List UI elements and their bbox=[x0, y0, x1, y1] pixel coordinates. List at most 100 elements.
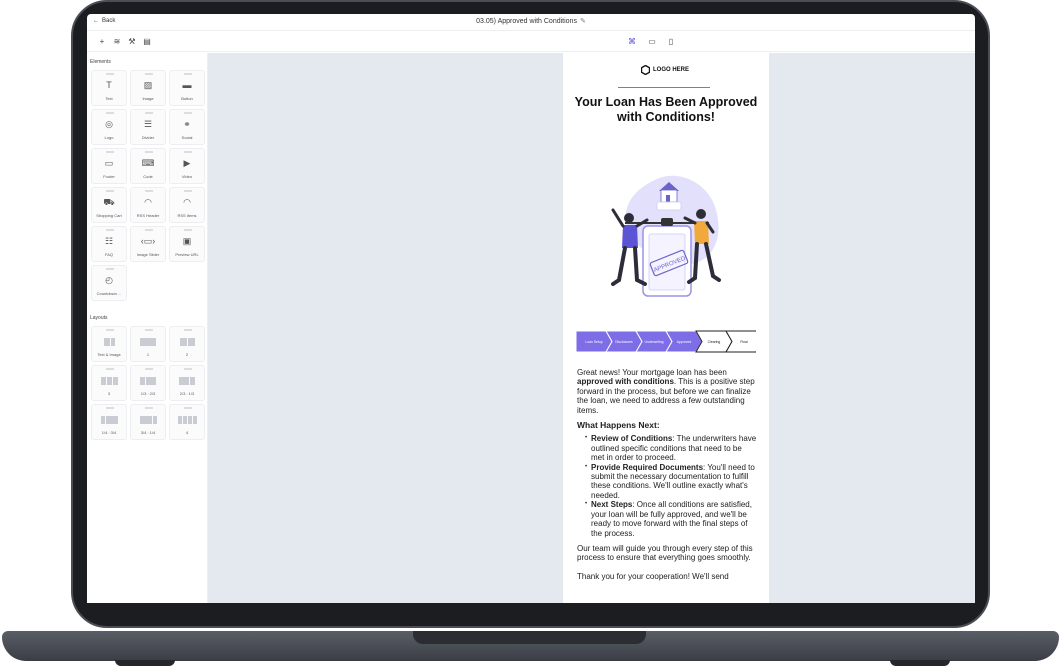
drag-handle-icon[interactable] bbox=[184, 190, 192, 192]
element-tile[interactable]: T Text bbox=[91, 70, 127, 106]
layout-tile[interactable]: 1/3 : 2/3 bbox=[130, 365, 166, 401]
button-icon: ▬ bbox=[182, 80, 192, 90]
logo-icon: ◎ bbox=[105, 119, 113, 129]
element-tile[interactable]: ‹▭› Image Slider bbox=[130, 226, 166, 262]
element-tile[interactable]: ⚭ Social bbox=[169, 109, 205, 145]
layout-tile[interactable]: 1/4 : 3/4 bbox=[91, 404, 127, 440]
hexagon-logo-icon bbox=[641, 65, 650, 75]
text-icon: T bbox=[106, 80, 112, 90]
add-icon[interactable]: + bbox=[97, 37, 107, 47]
element-tile-label: Preview URL bbox=[175, 252, 199, 257]
rss-icon: ◠ bbox=[183, 197, 191, 207]
drag-handle-icon[interactable] bbox=[184, 329, 192, 331]
drag-handle-icon[interactable] bbox=[145, 151, 153, 153]
paint-roller-icon[interactable]: ⚒ bbox=[127, 37, 137, 47]
layout-preview bbox=[131, 377, 165, 385]
list-item: Review of Conditions: The underwriters h… bbox=[585, 434, 757, 462]
element-tile[interactable]: ☰ Divider bbox=[130, 109, 166, 145]
elements-grid: T Text ▨ Image ▬ Button ◎ Logo ☰ Divider ⚭ Social ▭ F… bbox=[91, 70, 205, 301]
layout-tile[interactable]: 3/4 : 1/4 bbox=[130, 404, 166, 440]
layout-tile[interactable]: 4 bbox=[169, 404, 205, 440]
drag-handle-icon[interactable] bbox=[145, 73, 153, 75]
drag-handle-icon[interactable] bbox=[106, 73, 114, 75]
layout-preview bbox=[170, 416, 204, 424]
element-tile-label: Button bbox=[181, 96, 193, 101]
drag-handle-icon[interactable] bbox=[106, 268, 114, 270]
element-tile[interactable]: ☷ FAQ bbox=[91, 226, 127, 262]
layout-preview bbox=[131, 338, 165, 346]
element-tile-label: Footer bbox=[103, 174, 115, 179]
element-tile[interactable]: ⛟ Shopping Cart bbox=[91, 187, 127, 223]
drag-handle-icon[interactable] bbox=[106, 151, 114, 153]
mixed-view-icon[interactable]: ⌘ bbox=[627, 37, 637, 47]
mobile-icon[interactable]: ▯ bbox=[666, 37, 676, 47]
code-icon: ⌨ bbox=[141, 158, 155, 168]
layout-tile[interactable]: Text & Image bbox=[91, 326, 127, 362]
element-tile[interactable]: ◠ RSS Items bbox=[169, 187, 205, 223]
element-tile-label: Image Slider bbox=[136, 252, 160, 257]
footer-icon: ▭ bbox=[104, 158, 114, 168]
top-bar: ← Back 03.05) Approved with Conditions ✎ bbox=[87, 14, 975, 31]
loan-approval-illustration: APPROVED bbox=[611, 175, 721, 297]
pencil-icon[interactable]: ✎ bbox=[580, 17, 586, 25]
drag-handle-icon[interactable] bbox=[184, 73, 192, 75]
layout-preview bbox=[170, 338, 204, 346]
element-tile[interactable]: ⌨ Code bbox=[130, 148, 166, 184]
divider-icon: ☰ bbox=[143, 119, 153, 129]
element-tile[interactable]: ▭ Footer bbox=[91, 148, 127, 184]
drag-handle-icon[interactable] bbox=[145, 229, 153, 231]
layout-tile-label: Text & Image bbox=[97, 352, 121, 357]
element-tile[interactable]: ◠ RSS Header bbox=[130, 187, 166, 223]
email-preview[interactable]: LOGO HERE Your Loan Has Been Approved wi… bbox=[563, 53, 769, 603]
drag-handle-icon[interactable] bbox=[184, 151, 192, 153]
element-tile-label: RSS Header bbox=[136, 213, 160, 218]
layout-preview bbox=[92, 338, 126, 346]
layers-icon[interactable]: ≋ bbox=[112, 37, 122, 47]
drag-handle-icon[interactable] bbox=[145, 407, 153, 409]
progress-step-label: Final bbox=[740, 340, 748, 344]
element-tile[interactable]: ▨ Image bbox=[130, 70, 166, 106]
list-item: Next Steps: Once all conditions are sati… bbox=[585, 500, 757, 538]
editor-canvas[interactable]: LOGO HERE Your Loan Has Been Approved wi… bbox=[208, 53, 975, 603]
layout-tile[interactable]: 2 bbox=[169, 326, 205, 362]
drag-handle-icon[interactable] bbox=[184, 229, 192, 231]
drag-handle-icon[interactable] bbox=[145, 368, 153, 370]
drag-handle-icon[interactable] bbox=[106, 229, 114, 231]
element-tile[interactable]: ▬ Button bbox=[169, 70, 205, 106]
drag-handle-icon[interactable] bbox=[145, 329, 153, 331]
drag-handle-icon[interactable] bbox=[184, 368, 192, 370]
template-title[interactable]: 03.05) Approved with Conditions ✎ bbox=[87, 17, 975, 25]
email-body[interactable]: Great news! Your mortgage loan has been … bbox=[577, 368, 757, 581]
faq-icon: ☷ bbox=[104, 236, 114, 246]
layout-tile[interactable]: 2/3 : 1/3 bbox=[169, 365, 205, 401]
layout-tile-label: 2/3 : 1/3 bbox=[179, 391, 195, 396]
element-tile-label: Image bbox=[142, 96, 154, 101]
drag-handle-icon[interactable] bbox=[106, 368, 114, 370]
save-icon[interactable]: ▤ bbox=[142, 37, 152, 47]
element-tile[interactable]: ◎ Logo bbox=[91, 109, 127, 145]
loan-progress-steps: Loan Setup Disclosures Underwriting Approve… bbox=[576, 330, 756, 353]
preview-url-icon: ▣ bbox=[182, 236, 192, 246]
layout-preview bbox=[92, 377, 126, 385]
drag-handle-icon[interactable] bbox=[184, 407, 192, 409]
next-heading: What Happens Next: bbox=[577, 420, 660, 431]
drag-handle-icon[interactable] bbox=[145, 112, 153, 114]
element-tile[interactable]: ▶ Video bbox=[169, 148, 205, 184]
drag-handle-icon[interactable] bbox=[106, 190, 114, 192]
element-tile-label: Logo bbox=[104, 135, 114, 140]
layout-tile[interactable]: 1 bbox=[130, 326, 166, 362]
layout-tile[interactable]: 3 bbox=[91, 365, 127, 401]
toolbar: + ≋ ⚒ ▤ ⌘ ▭ ▯ bbox=[87, 32, 975, 52]
element-tile[interactable]: ◴ Countdown ... bbox=[91, 265, 127, 301]
email-logo[interactable]: LOGO HERE bbox=[641, 65, 689, 75]
drag-handle-icon[interactable] bbox=[184, 112, 192, 114]
desktop-icon[interactable]: ▭ bbox=[647, 37, 657, 47]
element-tile[interactable]: ▣ Preview URL bbox=[169, 226, 205, 262]
drag-handle-icon[interactable] bbox=[145, 190, 153, 192]
drag-handle-icon[interactable] bbox=[106, 112, 114, 114]
drag-handle-icon[interactable] bbox=[106, 407, 114, 409]
layout-tile-label: 3/4 : 1/4 bbox=[140, 430, 156, 435]
email-headline[interactable]: Your Loan Has Been Approved with Conditi… bbox=[573, 95, 759, 125]
drag-handle-icon[interactable] bbox=[106, 329, 114, 331]
laptop-notch bbox=[413, 631, 646, 644]
